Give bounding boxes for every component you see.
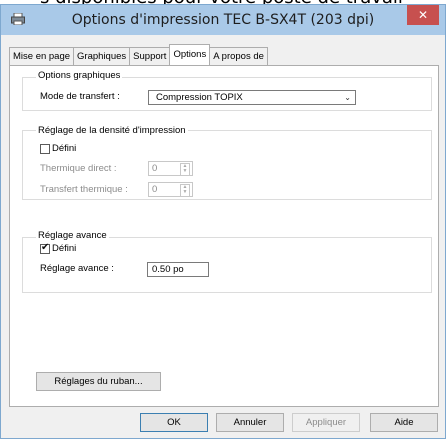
graphics-options-title: Options graphiques bbox=[36, 70, 123, 81]
transfer-mode-value: Compression TOPIX bbox=[156, 92, 243, 103]
transfer-mode-label: Mode de transfert : bbox=[40, 91, 120, 102]
checkmark-icon: ✔ bbox=[41, 242, 50, 253]
transfer-mode-select[interactable]: Compression TOPIX ⌄ bbox=[148, 90, 356, 105]
thermal-transfer-spinner[interactable]: 0 ▲ ▼ bbox=[148, 182, 193, 197]
spinner-arrows-icon[interactable]: ▲ ▼ bbox=[180, 184, 190, 197]
tab-media[interactable]: Support bbox=[129, 47, 171, 65]
direct-thermal-value: 0 bbox=[152, 163, 158, 174]
advance-value-label: Réglage avance : bbox=[40, 263, 114, 274]
ribbon-settings-button[interactable]: Réglages du ruban... bbox=[36, 372, 161, 391]
cancel-button[interactable]: Annuler bbox=[216, 413, 284, 432]
thermal-transfer-value: 0 bbox=[152, 184, 158, 195]
apply-button[interactable]: Appliquer bbox=[292, 413, 360, 432]
tab-graphics[interactable]: Graphiques bbox=[73, 47, 131, 65]
thermal-transfer-label: Transfert thermique : bbox=[40, 184, 128, 195]
dialog-title: Options d'impression TEC B-SX4T (203 dpi… bbox=[71, 12, 375, 28]
tab-page-setup[interactable]: Mise en page bbox=[9, 47, 75, 65]
help-button[interactable]: Aide bbox=[370, 413, 438, 432]
close-icon: ✕ bbox=[417, 8, 429, 22]
density-defined-label: Défini bbox=[52, 143, 77, 154]
spinner-arrows-icon[interactable]: ▲ ▼ bbox=[180, 163, 190, 176]
density-defined-checkbox[interactable] bbox=[40, 144, 50, 154]
advance-value-text: 0.50 po bbox=[152, 264, 184, 275]
chevron-down-icon: ⌄ bbox=[344, 93, 351, 102]
direct-thermal-spinner[interactable]: 0 ▲ ▼ bbox=[148, 161, 193, 176]
tab-strip: Mise en page Graphiques Support Options … bbox=[9, 44, 268, 65]
advance-defined-label: Défini bbox=[52, 243, 77, 254]
tab-options[interactable]: Options bbox=[169, 44, 211, 65]
density-group-title: Réglage de la densité d'impression bbox=[36, 125, 188, 136]
advance-defined-checkbox[interactable]: ✔ bbox=[40, 242, 50, 254]
ok-button[interactable]: OK bbox=[140, 413, 208, 432]
close-button[interactable]: ✕ bbox=[407, 5, 439, 25]
advance-group-title: Réglage avance bbox=[36, 230, 109, 241]
advance-value-input[interactable]: 0.50 po bbox=[147, 262, 209, 277]
direct-thermal-label: Thermique direct : bbox=[40, 163, 117, 174]
title-bar: Options d'impression TEC B-SX4T (203 dpi… bbox=[1, 5, 445, 35]
tab-about[interactable]: A propos de bbox=[209, 47, 268, 65]
